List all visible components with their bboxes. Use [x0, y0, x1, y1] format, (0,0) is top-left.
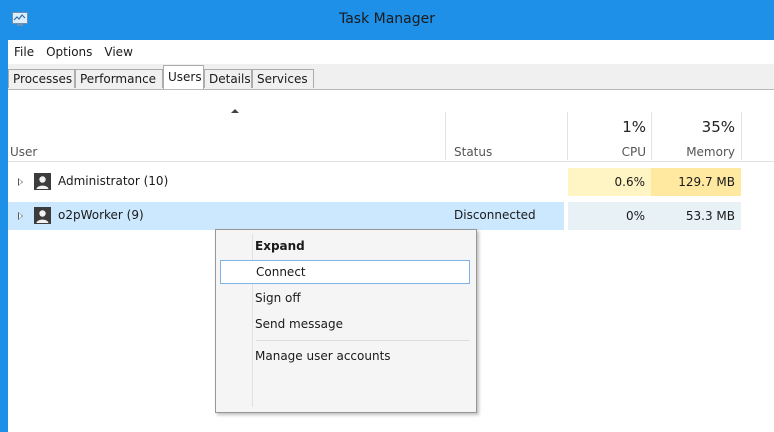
column-divider[interactable] [445, 112, 446, 160]
window-border [0, 0, 8, 432]
column-memory[interactable]: Memory [652, 145, 735, 159]
user-icon [34, 173, 51, 190]
tab-performance[interactable]: Performance [75, 69, 163, 88]
user-name: o2pWorker (9) [58, 208, 144, 222]
column-header: User Status 1% CPU 35% Memory [8, 90, 774, 162]
column-status[interactable]: Status [454, 145, 492, 159]
window-title: Task Manager [338, 11, 436, 27]
cpu-cell: 0% [568, 202, 651, 230]
column-divider[interactable] [741, 112, 742, 160]
menu-file[interactable]: File [8, 40, 40, 64]
column-user[interactable]: User [10, 145, 37, 159]
memory-cell: 129.7 MB [651, 168, 741, 196]
table-row[interactable]: Administrator (10) 0.6% 129.7 MB [8, 168, 774, 196]
user-name: Administrator (10) [58, 174, 169, 188]
title-bar: Task Manager [0, 0, 774, 40]
menu-bar: File Options View [8, 40, 774, 64]
memory-cell: 53.3 MB [651, 202, 741, 230]
table-row[interactable]: o2pWorker (9) Disconnected [8, 202, 564, 230]
cpu-cell: 0.6% [568, 168, 651, 196]
header-divider [8, 161, 774, 162]
expander-icon[interactable] [18, 212, 23, 220]
context-menu: Expand Connect Sign off Send message Man… [215, 229, 477, 413]
menu-options[interactable]: Options [40, 40, 98, 64]
menu-item-connect[interactable]: Connect [220, 260, 470, 284]
user-status: Disconnected [454, 208, 536, 222]
tab-details[interactable]: Details [204, 69, 252, 88]
cpu-total-percent: 1% [622, 118, 646, 136]
memory-total-percent: 35% [701, 118, 735, 136]
tab-processes[interactable]: Processes [8, 69, 75, 88]
expander-icon[interactable] [18, 178, 23, 186]
tab-strip: Processes Performance Users Details Serv… [8, 64, 774, 90]
menu-item-sign-off[interactable]: Sign off [220, 286, 470, 310]
column-cpu[interactable]: CPU [568, 145, 646, 159]
menu-item-send-message[interactable]: Send message [220, 312, 470, 336]
menu-item-expand[interactable]: Expand [220, 234, 470, 258]
user-icon [34, 207, 51, 224]
menu-view[interactable]: View [98, 40, 138, 64]
tab-services[interactable]: Services [252, 69, 314, 88]
tab-users[interactable]: Users [163, 65, 204, 89]
menu-item-manage-user-accounts[interactable]: Manage user accounts [220, 344, 470, 368]
sort-up-icon[interactable] [231, 109, 239, 113]
menu-separator [256, 340, 470, 341]
